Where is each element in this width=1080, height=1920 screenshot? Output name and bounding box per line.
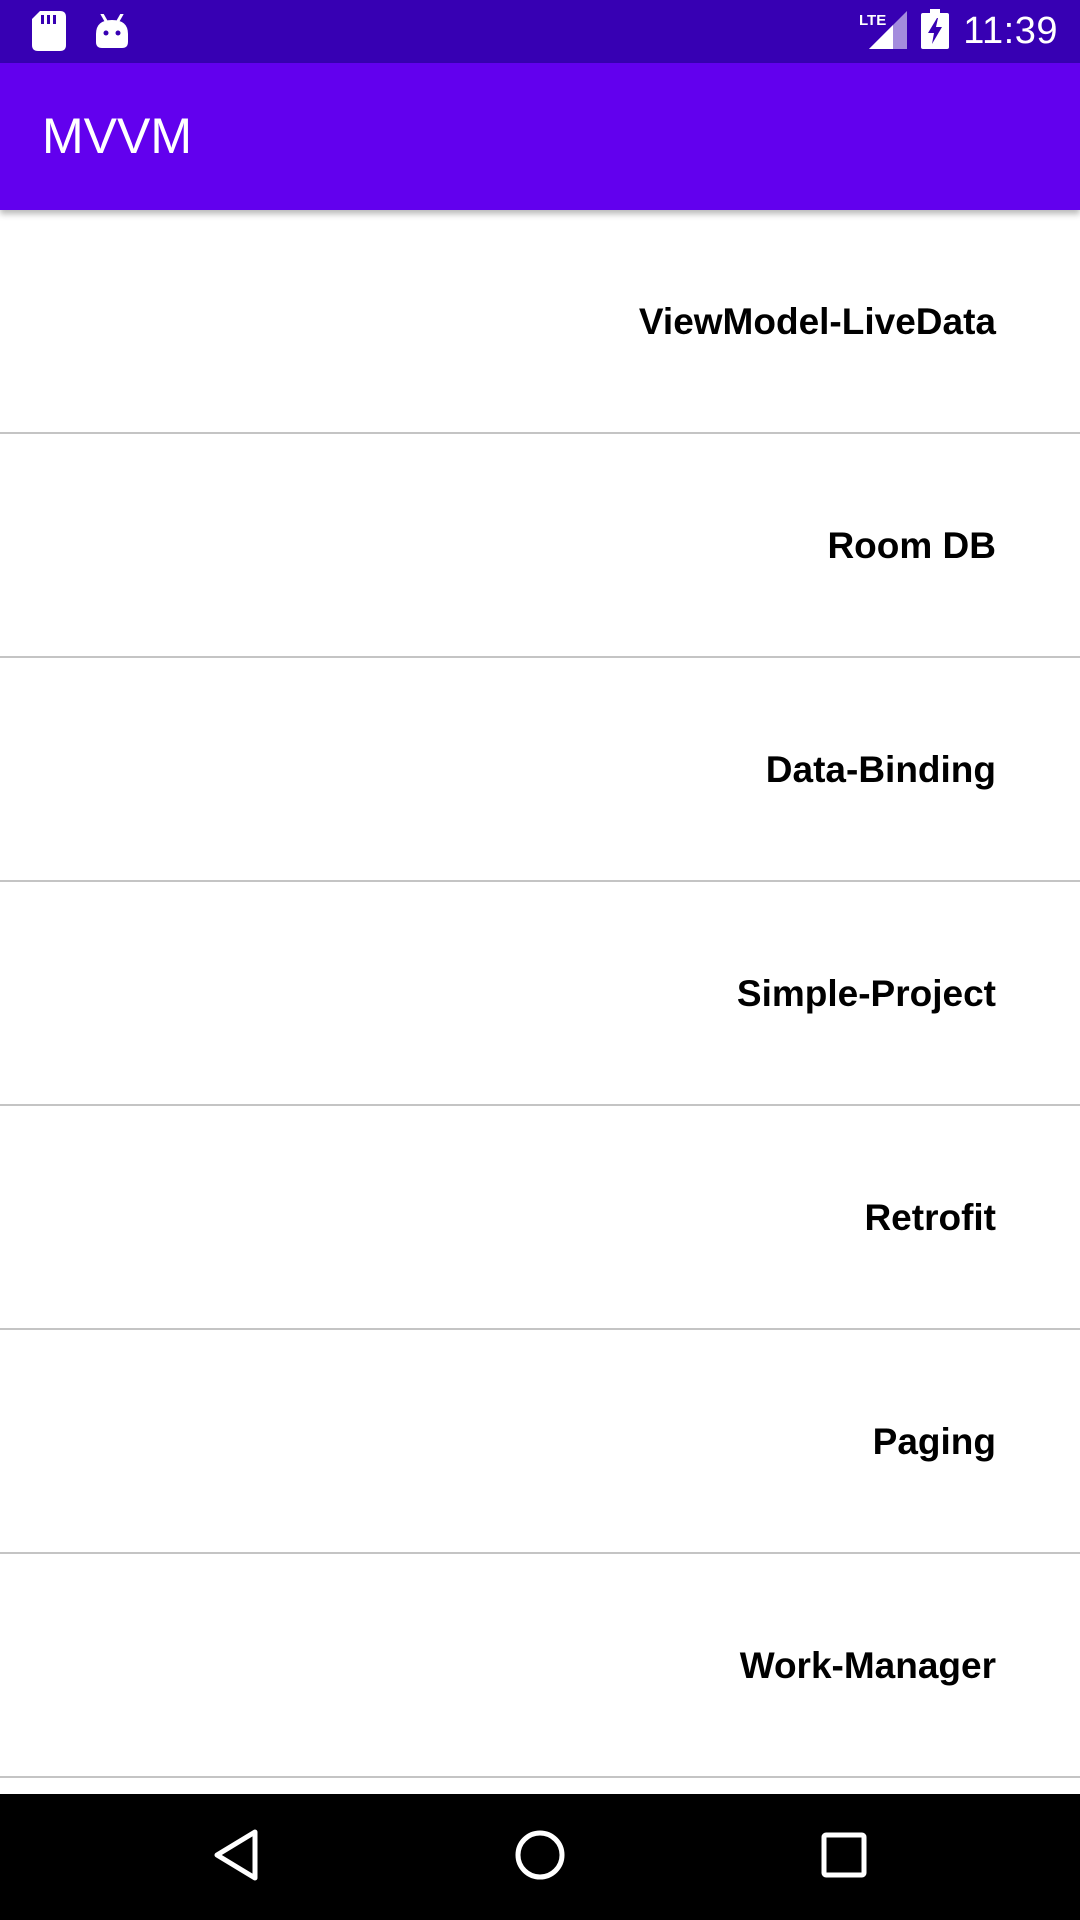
sd-card-icon: [32, 11, 66, 56]
status-right-icons: LTE 11:39: [859, 0, 1058, 63]
list-item-label: ViewModel-LiveData: [638, 301, 996, 342]
list-item-partial[interactable]: [0, 1778, 1080, 1794]
status-time: 11:39: [963, 10, 1058, 52]
home-icon: [514, 1829, 566, 1886]
list-item-label: Data-Binding: [765, 749, 996, 790]
recents-button[interactable]: [774, 1794, 914, 1920]
list-item-retrofit[interactable]: Retrofit: [0, 1106, 1080, 1330]
list-item-data-binding[interactable]: Data-Binding: [0, 658, 1080, 882]
recents-icon: [821, 1832, 867, 1883]
list-item-room-db[interactable]: Room DB: [0, 434, 1080, 658]
navigation-bar: [0, 1794, 1080, 1920]
android-icon: [96, 12, 128, 53]
topic-list[interactable]: ViewModel-LiveData Room DB Data-Binding …: [0, 210, 1080, 1794]
lte-signal-icon: LTE: [859, 9, 908, 54]
back-icon: [213, 1829, 259, 1886]
back-button[interactable]: [166, 1794, 306, 1920]
status-left-icons: [32, 11, 128, 56]
lte-label: LTE: [859, 12, 886, 29]
list-item-simple-project[interactable]: Simple-Project: [0, 882, 1080, 1106]
status-bar: LTE 11:39: [0, 0, 1080, 63]
home-button[interactable]: [470, 1794, 610, 1920]
list-item-viewmodel-livedata[interactable]: ViewModel-LiveData: [0, 210, 1080, 434]
list-item-paging[interactable]: Paging: [0, 1330, 1080, 1554]
battery-charging-icon: [921, 9, 950, 54]
screen: LTE 11:39 MVVM ViewModel-LiveData Room D…: [0, 0, 1080, 1920]
list-item-work-manager[interactable]: Work-Manager: [0, 1554, 1080, 1778]
app-title: MVVM: [42, 108, 192, 164]
list-item-label: Simple-Project: [736, 973, 996, 1014]
list-item-label: Retrofit: [864, 1197, 996, 1238]
list-item-label: Paging: [872, 1421, 996, 1462]
list-item-label: Room DB: [827, 525, 996, 566]
list-item-label: Work-Manager: [739, 1645, 996, 1686]
app-bar: MVVM: [0, 63, 1080, 210]
